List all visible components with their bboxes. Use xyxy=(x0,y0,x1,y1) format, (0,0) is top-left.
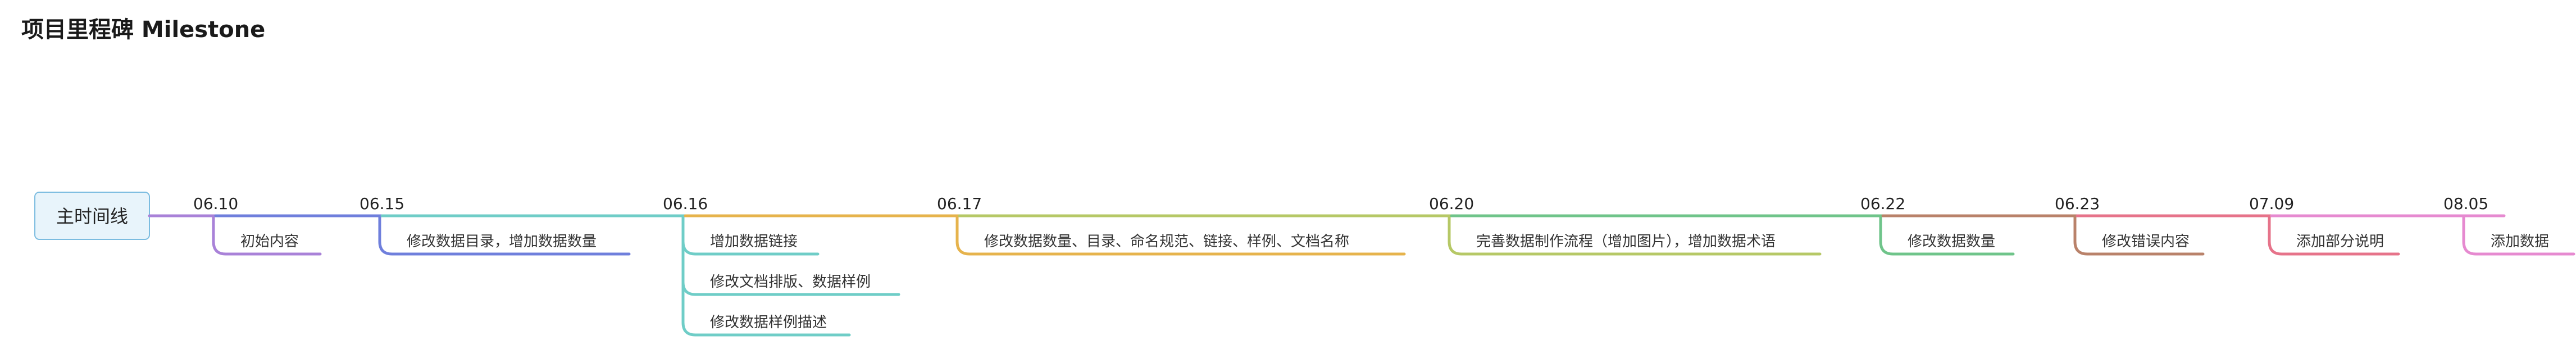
root-node[interactable]: 主时间线 xyxy=(34,192,150,240)
root-node-label: 主时间线 xyxy=(56,206,128,227)
milestone-item[interactable]: 修改数据数量 xyxy=(1908,233,1995,250)
milestone-item[interactable]: 修改数据样例描述 xyxy=(710,314,827,331)
milestone-mindmap: 项目里程碑 Milestone 主时间线 06.10 初始内容 06.15 修改数据目… xyxy=(21,17,2575,337)
milestone-date[interactable]: 08.05 xyxy=(2443,194,2488,213)
milestone-item[interactable]: 修改文档排版、数据样例 xyxy=(710,274,871,291)
milestone-item[interactable]: 增加数据链接 xyxy=(710,233,798,250)
milestone-item[interactable]: 添加部分说明 xyxy=(2296,233,2384,250)
milestone-date[interactable]: 06.10 xyxy=(193,194,238,213)
page-title: 项目里程碑 Milestone xyxy=(21,17,265,43)
milestone-date[interactable]: 06.16 xyxy=(663,194,708,213)
milestone-date[interactable]: 06.22 xyxy=(1860,194,1905,213)
milestone-item[interactable]: 修改数据目录，增加数据数量 xyxy=(407,233,597,250)
milestone-item[interactable]: 修改错误内容 xyxy=(2102,233,2190,250)
milestone-date[interactable]: 06.23 xyxy=(2055,194,2100,213)
milestone-item[interactable]: 修改数据数量、目录、命名规范、链接、样例、文档名称 xyxy=(984,233,1349,250)
milestone-item[interactable]: 完善数据制作流程（增加图片），增加数据术语 xyxy=(1476,233,1776,250)
milestone-date[interactable]: 07.09 xyxy=(2249,194,2294,213)
milestone-item[interactable]: 初始内容 xyxy=(240,233,299,250)
milestone-date[interactable]: 06.20 xyxy=(1429,194,1474,213)
milestone-date[interactable]: 06.15 xyxy=(359,194,404,213)
milestone-date[interactable]: 06.17 xyxy=(937,194,982,213)
milestone-item[interactable]: 添加数据 xyxy=(2491,233,2549,250)
